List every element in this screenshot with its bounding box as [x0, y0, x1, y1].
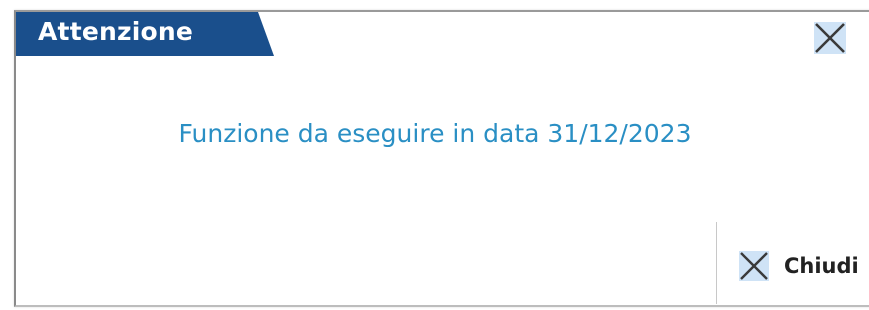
chiudi-button[interactable]: Chiudi: [734, 246, 869, 288]
close-icon: [814, 22, 846, 54]
chiudi-button-label: Chiudi: [784, 254, 859, 278]
close-icon: [739, 251, 769, 281]
alert-dialog: Attenzione Funzione da eseguire in data …: [14, 10, 869, 307]
dialog-message: Funzione da eseguire in data 31/12/2023: [178, 119, 692, 148]
dialog-title-tab: Attenzione: [16, 12, 274, 56]
button-divider: [716, 222, 717, 304]
close-button[interactable]: [810, 19, 850, 57]
dialog-title: Attenzione: [38, 17, 194, 46]
